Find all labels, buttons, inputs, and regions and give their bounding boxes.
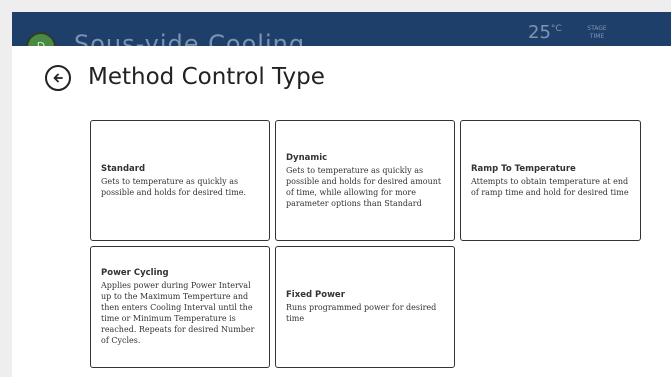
time-label: TIME: [589, 33, 605, 40]
method-card-dynamic[interactable]: Dynamic Gets to temperature as quickly a…: [275, 120, 455, 241]
method-card-fixed-power[interactable]: Fixed Power Runs programmed power for de…: [275, 246, 455, 368]
card-description: Attempts to obtain temperature at end of…: [471, 176, 629, 197]
card-title: Ramp To Temperature: [471, 163, 576, 174]
card-title: Dynamic: [286, 152, 328, 163]
page-title: Method Control Type: [88, 64, 325, 90]
temperature-value: 25: [528, 22, 551, 43]
method-card-power-cycling[interactable]: Power Cycling Applies power during Power…: [90, 246, 270, 368]
card-description: Applies power during Power Interval up t…: [101, 281, 255, 345]
main-panel: Method Control Type Standard Gets to tem…: [12, 46, 671, 377]
card-description: Gets to temperature as quickly as possib…: [286, 165, 442, 208]
temperature-unit: °C: [550, 24, 562, 34]
card-title: Power Cycling: [101, 268, 169, 278]
stage-time-indicator: STAGE TIME: [582, 25, 612, 41]
card-title: Fixed Power: [286, 290, 345, 300]
card-title: Standard: [101, 163, 146, 174]
arrow-left-icon: [53, 73, 63, 83]
app-logo: D: [26, 32, 56, 46]
method-card-ramp-to-temperature[interactable]: Ramp To Temperature Attempts to obtain t…: [460, 120, 641, 241]
back-button[interactable]: [45, 65, 71, 91]
method-card-standard[interactable]: Standard Gets to temperature as quickly …: [90, 120, 270, 241]
app-header: D Sous-vide Cooling 25°C STAGE TIME: [12, 12, 671, 46]
card-description: Gets to temperature as quickly as possib…: [101, 176, 247, 197]
card-description: Runs programmed power for desired time: [286, 303, 437, 323]
stage-label: STAGE: [587, 25, 607, 32]
app-title: Sous-vide Cooling: [74, 30, 306, 46]
temperature-readout: 25°C: [528, 22, 562, 43]
